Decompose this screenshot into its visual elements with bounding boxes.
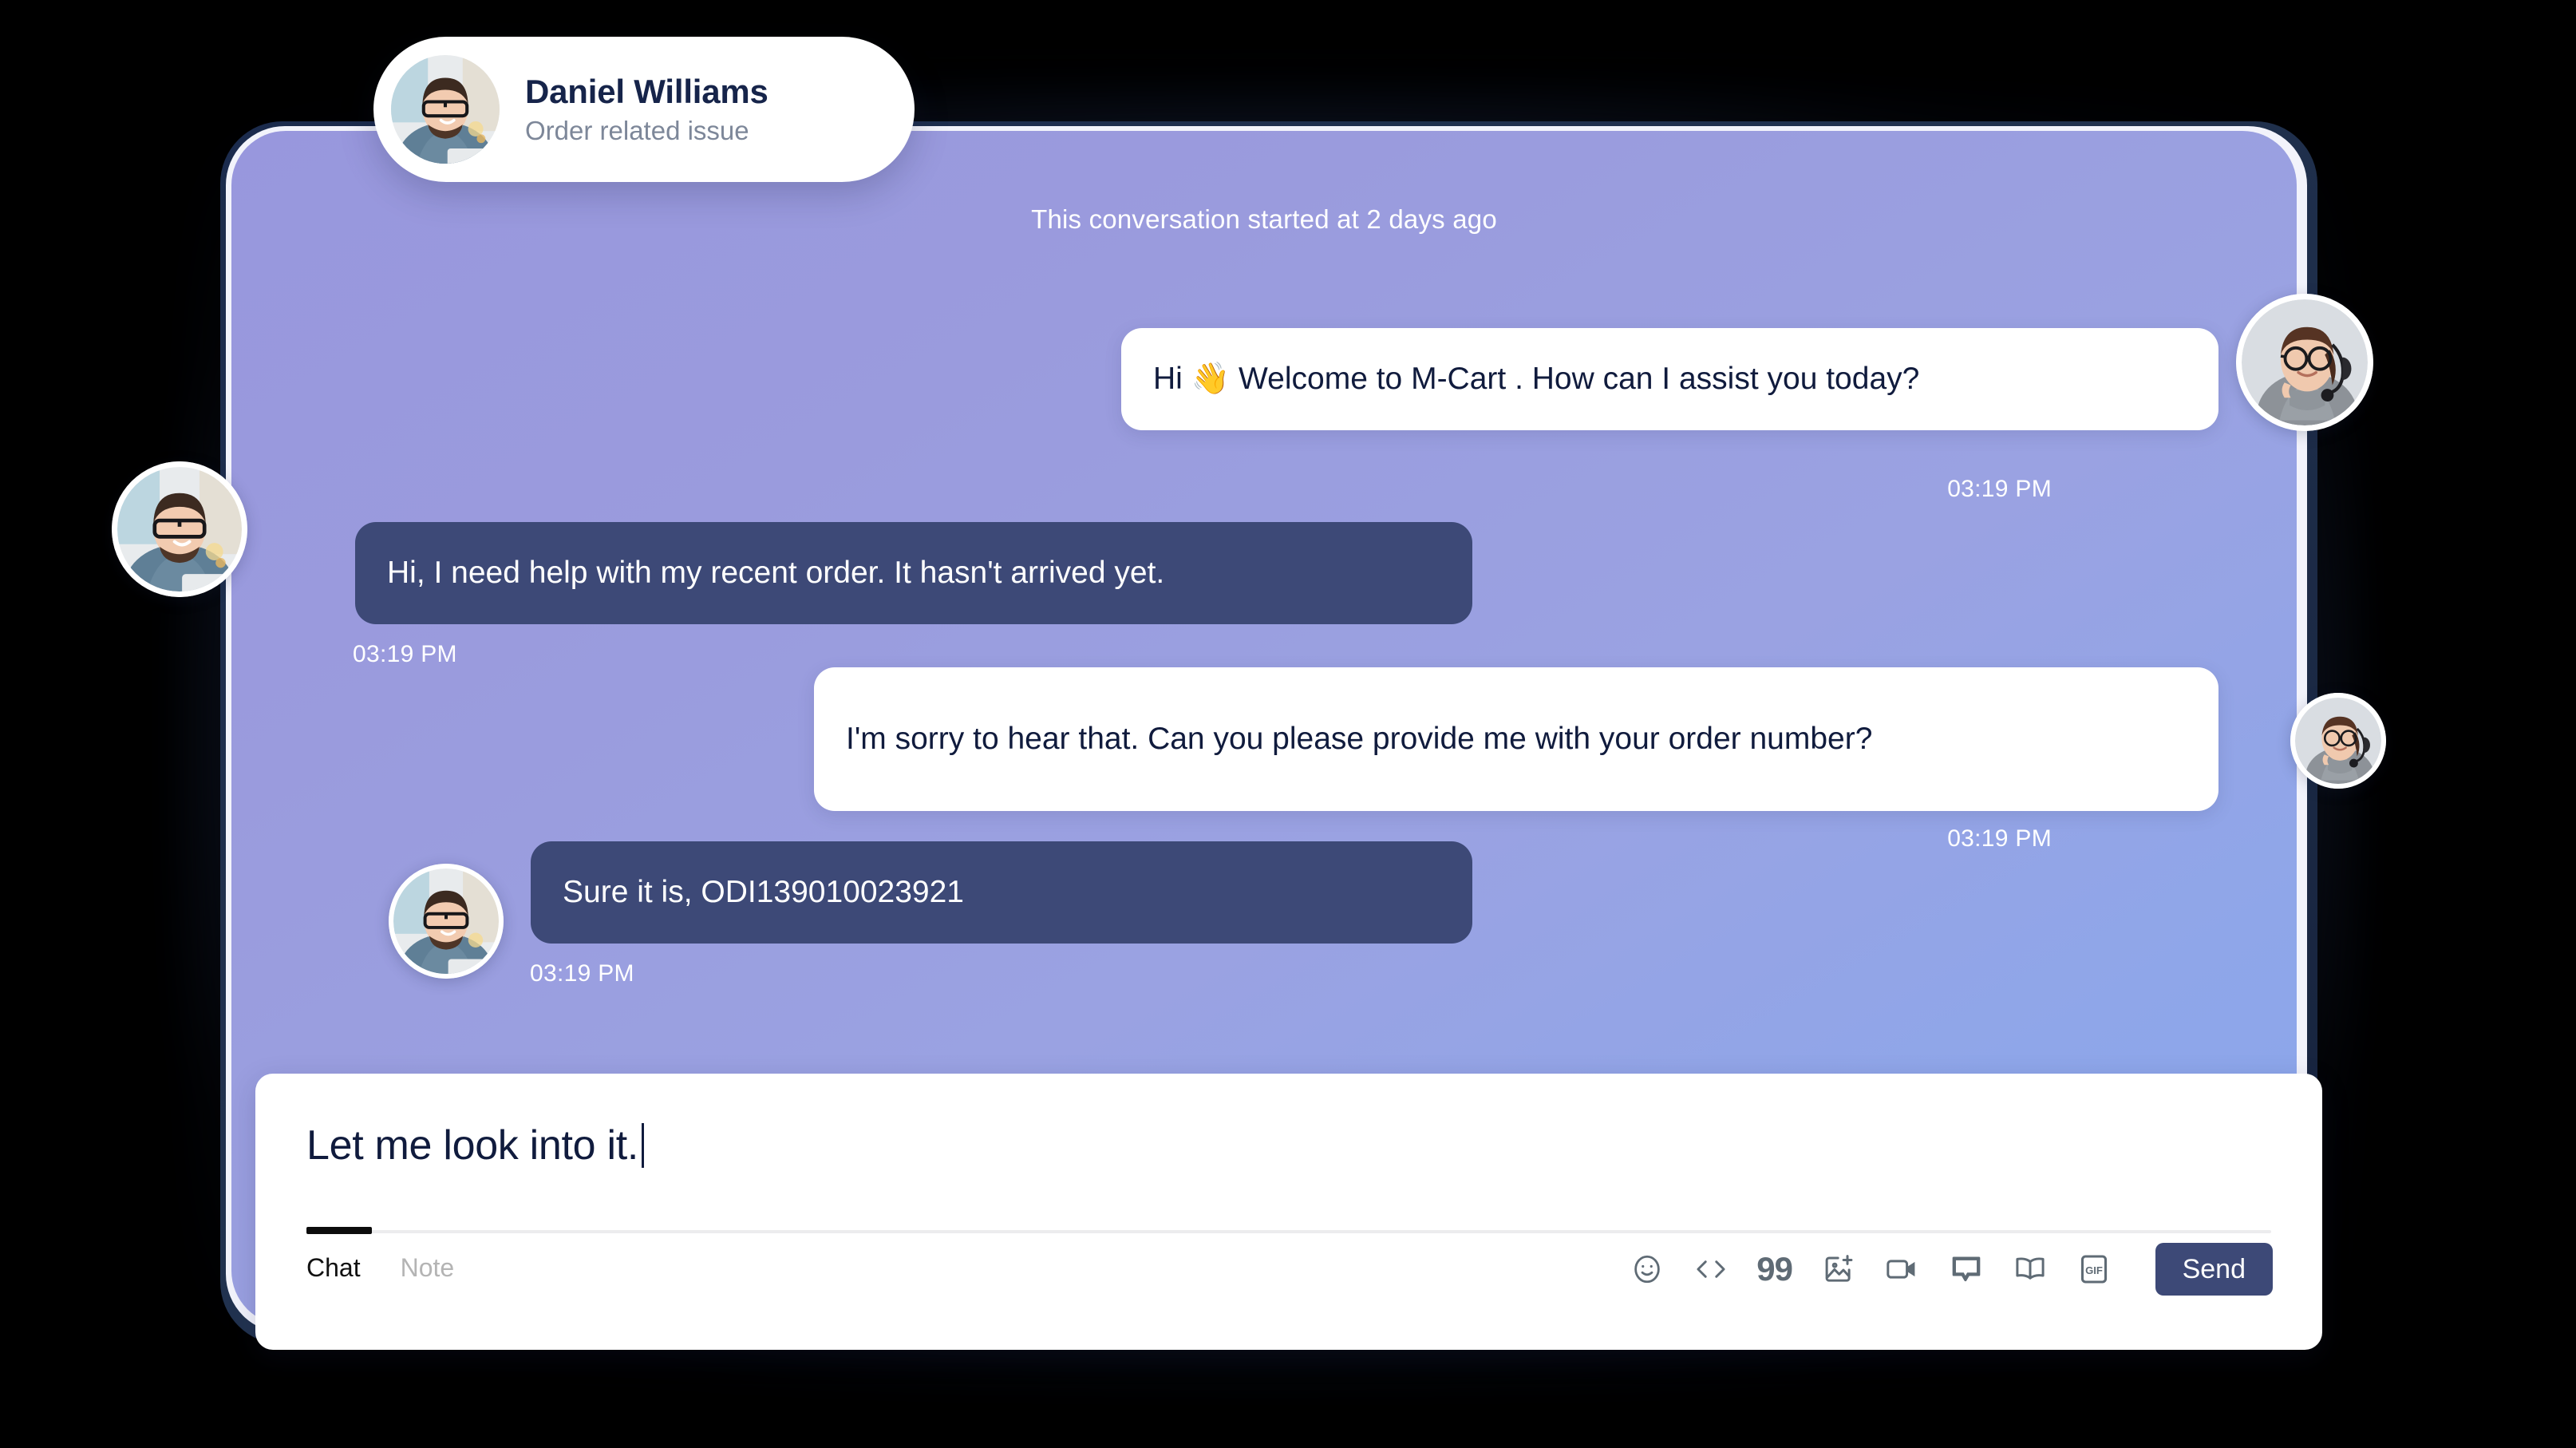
message-text: I'm sorry to hear that. Can you please p… — [846, 721, 1873, 756]
message-timestamp: 03:19 PM — [1947, 476, 2052, 502]
text-caret — [642, 1123, 644, 1168]
tab-chat[interactable]: Chat — [306, 1253, 361, 1283]
avatar-customer-large — [112, 461, 247, 597]
send-button[interactable]: Send — [2155, 1243, 2273, 1296]
video-icon[interactable] — [1884, 1251, 1921, 1288]
active-tab-indicator — [306, 1227, 372, 1234]
customer-portrait-icon — [117, 467, 242, 591]
avatar-photo — [393, 868, 499, 974]
knowledge-base-icon[interactable] — [2012, 1251, 2049, 1288]
message-timestamp: 03:19 PM — [530, 960, 634, 987]
header-meta: Daniel Williams Order related issue — [525, 73, 768, 146]
message-bubble-agent-1: Hi 👋 Welcome to M-Cart . How can I assis… — [1121, 328, 2218, 430]
avatar-agent-small — [2290, 693, 2386, 789]
message-text: Hi 👋 Welcome to M-Cart . How can I assis… — [1153, 361, 1920, 396]
composer-divider — [306, 1230, 2271, 1233]
code-icon[interactable] — [1693, 1251, 1729, 1288]
contact-header-card[interactable]: Daniel Williams Order related issue — [373, 37, 915, 182]
add-image-icon[interactable] — [1820, 1251, 1857, 1288]
composer-input[interactable]: Let me look into it. — [306, 1122, 644, 1169]
avatar-photo — [117, 467, 242, 591]
tab-note[interactable]: Note — [401, 1253, 455, 1283]
message-timestamp: 03:19 PM — [1947, 825, 2052, 852]
screenshot-stage: This conversation started at 2 days ago … — [0, 0, 2576, 1448]
message-bubble-agent-3: I'm sorry to hear that. Can you please p… — [814, 667, 2218, 811]
quote-icon[interactable]: 99 — [1756, 1251, 1793, 1288]
message-timestamp: 03:19 PM — [353, 641, 457, 667]
header-avatar — [391, 55, 500, 164]
avatar-photo — [2295, 698, 2381, 784]
composer-toolbar: 99 GIF Send — [1629, 1243, 2273, 1296]
quote-label: 99 — [1756, 1250, 1793, 1288]
customer-portrait-icon — [393, 868, 499, 974]
contact-subtitle: Order related issue — [525, 116, 749, 146]
message-composer[interactable]: Let me look into it. Chat Note 99 GIF Se… — [255, 1074, 2322, 1350]
avatar-customer-small — [389, 864, 504, 979]
message-text: Hi, I need help with my recent order. It… — [387, 555, 1165, 590]
message-bubble-customer-4: Sure it is, ODI139010023921 — [531, 841, 1472, 944]
emoji-icon[interactable] — [1629, 1251, 1665, 1288]
svg-text:GIF: GIF — [2085, 1264, 2103, 1276]
conversation-start-notice: This conversation started at 2 days ago — [1031, 204, 1497, 234]
customer-portrait-icon — [391, 55, 500, 164]
agent-portrait-icon — [2295, 698, 2381, 784]
message-text: Sure it is, ODI139010023921 — [563, 874, 965, 909]
message-bubble-customer-2: Hi, I need help with my recent order. It… — [355, 522, 1472, 624]
canned-response-icon[interactable] — [1948, 1251, 1985, 1288]
agent-portrait-icon — [2242, 299, 2368, 425]
composer-draft-text: Let me look into it. — [306, 1122, 638, 1169]
avatar-agent-large — [2236, 294, 2373, 431]
gif-icon[interactable]: GIF — [2076, 1251, 2112, 1288]
avatar-photo — [2242, 299, 2368, 425]
composer-tabs: Chat Note — [306, 1253, 454, 1283]
contact-name: Daniel Williams — [525, 72, 768, 110]
